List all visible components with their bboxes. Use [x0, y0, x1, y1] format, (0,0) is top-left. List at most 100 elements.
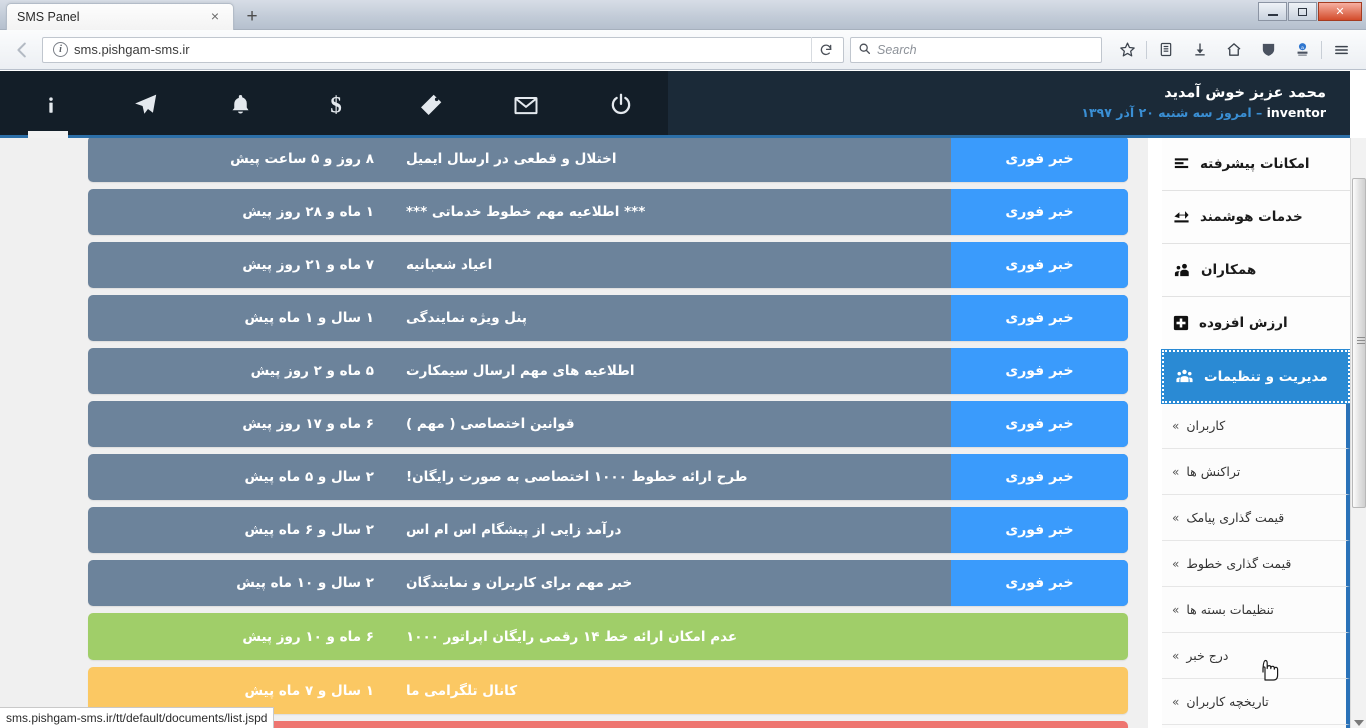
window-controls: ✕ — [1258, 2, 1362, 21]
news-row[interactable]: خبر فوری قوانین اختصاصی ( مهم ) ۶ ماه و … — [88, 401, 1128, 447]
power-icon[interactable] — [573, 71, 668, 138]
info-icon[interactable] — [3, 71, 98, 138]
svg-text:a: a — [1301, 46, 1304, 51]
back-arrow-icon[interactable] — [8, 35, 38, 65]
users-icon — [1172, 262, 1192, 279]
list-bars-icon — [1172, 156, 1191, 172]
news-age-text: ۲ سال و ۶ ماه پیش — [244, 522, 374, 538]
chevron-double-icon: » — [1172, 602, 1180, 617]
news-row[interactable]: خبر فوری اختلال و قطعی در ارسال ایمیل ۸ … — [88, 138, 1128, 182]
browser-titlebar: SMS Panel × + ✕ — [0, 0, 1366, 30]
app-icon-rail: $ — [0, 71, 668, 138]
tag-icon[interactable] — [383, 71, 478, 138]
news-row[interactable]: خبر فوری اطلاعیه های مهم ارسال سیمکارت ۵… — [88, 348, 1128, 394]
sidebar-menu: امکانات پیشرفته خدمات هوشمند همکاران ارز… — [1161, 138, 1351, 728]
sidebar-item-label: خدمات هوشمند — [1200, 209, 1303, 225]
downloads-icon[interactable] — [1183, 35, 1217, 65]
send-icon[interactable] — [98, 71, 193, 138]
sidebar-subitem-label: تراکنش ها — [1186, 464, 1241, 479]
mail-icon[interactable] — [478, 71, 573, 138]
sidebar-item-users[interactable]: کاربران » — [1162, 403, 1350, 449]
toolbar-icons: a — [1110, 35, 1358, 65]
search-bar[interactable]: Search — [850, 36, 1102, 63]
new-tab-button[interactable]: + — [238, 6, 266, 30]
news-title — [388, 721, 1128, 728]
scrollbar-grip — [1357, 337, 1365, 344]
news-row[interactable]: خبر فوری پنل ویژه نمایندگی ۱ سال و ۱ ماه… — [88, 295, 1128, 341]
sidebar-item-value-added[interactable]: ارزش افزوده — [1162, 297, 1350, 350]
sidebar-item-management-settings[interactable]: مدیریت و تنظیمات — [1161, 349, 1351, 404]
reply-arrow-icon — [1172, 209, 1191, 226]
group-icon — [1174, 368, 1195, 385]
news-row[interactable]: خبر فوری طرح ارائه خطوط ۱۰۰۰ اختصاصی به … — [88, 454, 1128, 500]
svg-text:$: $ — [330, 92, 341, 117]
sidebar-item-line-pricing[interactable]: قیمت گذاری خطوط » — [1162, 541, 1350, 587]
status-badge: خبر فوری — [951, 348, 1128, 394]
status-badge: خبر فوری — [951, 138, 1128, 182]
shield-icon[interactable] — [1251, 35, 1285, 65]
sidebar-item-label: مدیریت و تنظیمات — [1204, 368, 1328, 385]
news-age: ۲ سال و ۵ ماه پیش — [88, 454, 388, 500]
bookmark-star-icon[interactable] — [1110, 35, 1144, 65]
sidebar-item-transactions[interactable]: تراکنش ها » — [1162, 449, 1350, 495]
welcome-subline: inventor – امروز سه شنبه ۲۰ آذر ۱۳۹۷ — [1081, 103, 1326, 123]
chevron-double-icon: » — [1172, 694, 1180, 709]
welcome-username: inventor — [1266, 105, 1326, 120]
news-age: ۵ ماه و ۲ روز پیش — [88, 348, 388, 394]
sidebar-subitem-label: تاریخچه کاربران — [1186, 694, 1269, 709]
welcome-greeting: محمد عزیز خوش آمدید — [1164, 85, 1326, 101]
bell-icon[interactable] — [193, 71, 288, 138]
welcome-block: محمد عزیز خوش آمدید inventor – امروز سه … — [1081, 83, 1326, 123]
menu-hamburger-icon[interactable] — [1324, 35, 1358, 65]
news-age: ۱ ماه و ۲۸ روز پیش — [88, 189, 388, 235]
scroll-down-arrow-icon[interactable] — [1354, 720, 1364, 726]
news-list: خبر فوری اختلال و قطعی در ارسال ایمیل ۸ … — [32, 138, 1148, 728]
news-row[interactable]: خبر فوری *** اطلاعیه مهم خطوط خدماتی ***… — [88, 189, 1128, 235]
sidebar-item-sms-pricing[interactable]: قیمت گذاری پیامک » — [1162, 495, 1350, 541]
news-age: ۷ ماه و ۲۱ روز پیش — [88, 242, 388, 288]
library-icon[interactable] — [1149, 35, 1183, 65]
scrollbar-thumb[interactable] — [1352, 178, 1366, 508]
news-row[interactable]: عدم امکان ارائه خط ۱۴ رقمی رایگان اپراتو… — [88, 613, 1128, 660]
news-row[interactable]: خبر فوری خبر مهم برای کاربران و نمایندگا… — [88, 560, 1128, 606]
address-bar[interactable]: i sms.pishgam-sms.ir — [42, 36, 844, 63]
sidebar-item-user-history[interactable]: تاریخچه کاربران » — [1162, 679, 1350, 725]
site-info-icon[interactable]: i — [53, 42, 68, 57]
window-close-button[interactable]: ✕ — [1318, 2, 1362, 21]
maximize-button[interactable] — [1288, 2, 1317, 21]
sidebar-item-smart-services[interactable]: خدمات هوشمند — [1162, 191, 1350, 244]
news-title: *** اطلاعیه مهم خطوط خدماتی *** — [406, 204, 646, 220]
home-icon[interactable] — [1217, 35, 1251, 65]
sidebar-item-post-news[interactable]: درج خبر » — [1162, 633, 1350, 679]
news-age: ۲ سال و ۱۰ ماه پیش — [88, 560, 388, 606]
page-scrollbar[interactable] — [1350, 138, 1366, 728]
browser-tab-sms-panel[interactable]: SMS Panel × — [6, 3, 234, 30]
sidebar-item-partners[interactable]: همکاران — [1162, 244, 1350, 297]
account-icon[interactable]: a — [1285, 35, 1319, 65]
news-age: ۱ سال و ۱ ماه پیش — [88, 295, 388, 341]
page-viewport: $ محمد عزیز خوش آمدید inventor – امروز س… — [0, 71, 1366, 728]
welcome-date: – امروز سه شنبه ۲۰ آذر ۱۳۹۷ — [1081, 105, 1263, 120]
news-title: طرح ارائه خطوط ۱۰۰۰ اختصاصی به صورت رایگ… — [406, 469, 748, 485]
minimize-button[interactable] — [1258, 2, 1287, 21]
sidebar-item-advanced-features[interactable]: امکانات پیشرفته — [1162, 138, 1350, 191]
news-age-text: ۱ ماه و ۲۸ روز پیش — [242, 204, 374, 220]
toolbar-divider — [1146, 40, 1147, 59]
news-title: قوانین اختصاصی ( مهم ) — [406, 416, 575, 432]
news-list-panel: خبر فوری اختلال و قطعی در ارسال ایمیل ۸ … — [0, 138, 1148, 728]
news-row[interactable]: خبر فوری درآمد زایی از پیشگام اس ام اس ۲… — [88, 507, 1128, 553]
sidebar-subitem-label: قیمت گذاری خطوط — [1186, 556, 1292, 571]
reload-icon[interactable] — [811, 36, 839, 63]
news-title: عدم امکان ارائه خط ۱۴ رقمی رایگان اپراتو… — [406, 628, 738, 645]
sidebar-item-package-settings[interactable]: تنظیمات بسته ها » — [1162, 587, 1350, 633]
plus-square-icon — [1172, 314, 1190, 332]
news-age-text: ۸ روز و ۵ ساعت پیش — [230, 151, 374, 167]
dollar-icon[interactable]: $ — [288, 71, 383, 138]
status-badge: خبر فوری — [951, 454, 1128, 500]
status-badge: خبر فوری — [951, 242, 1128, 288]
app-header: $ محمد عزیز خوش آمدید inventor – امروز س… — [0, 71, 1350, 138]
news-row[interactable]: خبر فوری اعیاد شعبانیه ۷ ماه و ۲۱ روز پی… — [88, 242, 1128, 288]
status-badge: خبر فوری — [951, 189, 1128, 235]
news-title: اختلال و قطعی در ارسال ایمیل — [406, 151, 617, 167]
close-icon[interactable]: × — [207, 9, 223, 25]
